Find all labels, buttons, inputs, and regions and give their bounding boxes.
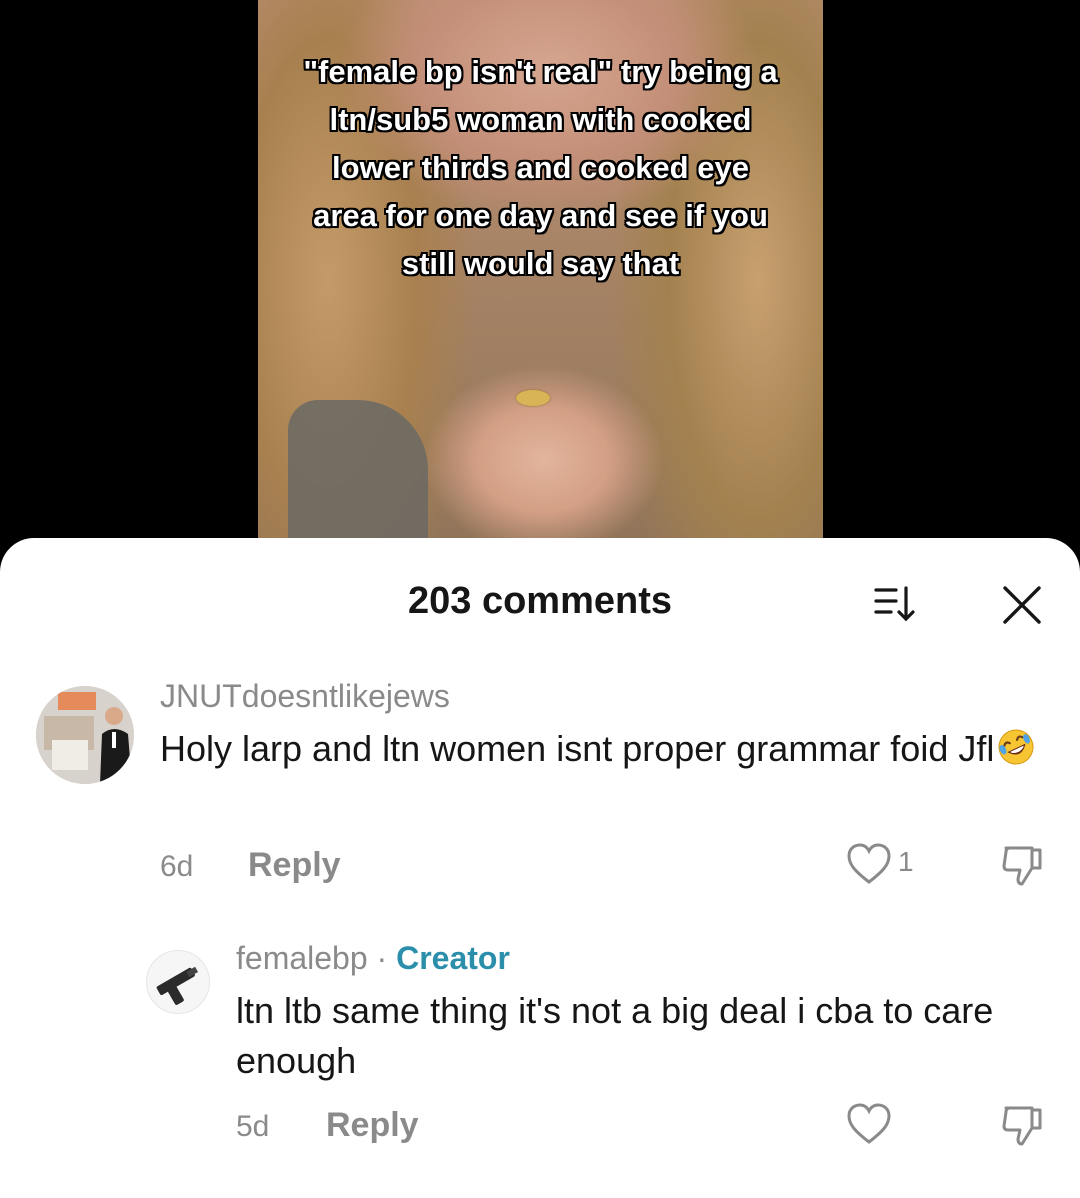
reply-button[interactable]: Reply [326,1106,419,1145]
thumbs-down-icon [1002,1106,1042,1146]
close-icon [1003,586,1041,624]
heart-icon [847,843,891,884]
dislike-button[interactable] [998,840,1048,890]
comments-sheet: 203 comments JNUTdoesntlikejews Holy lar… [0,538,1080,1198]
gun-avatar-image [156,966,199,1005]
sort-icon [874,586,915,622]
comment-username[interactable]: JNUTdoesntlikejews [160,678,450,715]
creator-badge: Creator [396,940,510,976]
like-button[interactable]: 1 [844,840,924,890]
comment-timestamp: 6d [160,850,194,883]
comment-text-content: Holy larp and ltn women isnt proper gram… [160,728,995,769]
necklace-pendant [516,390,550,406]
comment-reply-item: femalebp · Creator ltn ltb same thing it… [0,930,1080,1190]
rolling-on-floor-laughing-emoji [998,729,1034,765]
sort-button[interactable] [866,582,926,626]
comment-text: ltn ltb same thing it's not a big deal i… [236,990,994,1081]
video-player[interactable]: "female bp isn't real" try being a ltn/s… [0,0,1080,560]
comment-text: Holy larp and ltn women isnt proper gram… [160,724,1040,774]
comment-username[interactable]: femalebp [236,940,368,976]
thumbs-down-icon [1002,846,1042,886]
video-shirt-shape [288,400,428,560]
avatar-image [36,686,134,784]
avatar[interactable] [36,686,134,784]
video-caption-overlay: "female bp isn't real" try being a ltn/s… [303,54,778,281]
reply-button[interactable]: Reply [248,846,341,885]
like-button[interactable] [844,1100,924,1150]
dislike-button[interactable] [998,1100,1048,1150]
comment-timestamp: 5d [236,1110,270,1143]
separator-dot: · [376,940,388,976]
avatar[interactable] [146,950,210,1014]
close-button[interactable] [995,578,1049,632]
like-count: 1 [898,846,914,877]
video-frame: "female bp isn't real" try being a ltn/s… [258,0,823,560]
comment-item: JNUTdoesntlikejews Holy larp and ltn wom… [0,668,1080,908]
comment-username-line: femalebp · Creator [236,940,510,977]
comments-header: 203 comments [0,538,1080,658]
heart-icon [847,1103,891,1144]
